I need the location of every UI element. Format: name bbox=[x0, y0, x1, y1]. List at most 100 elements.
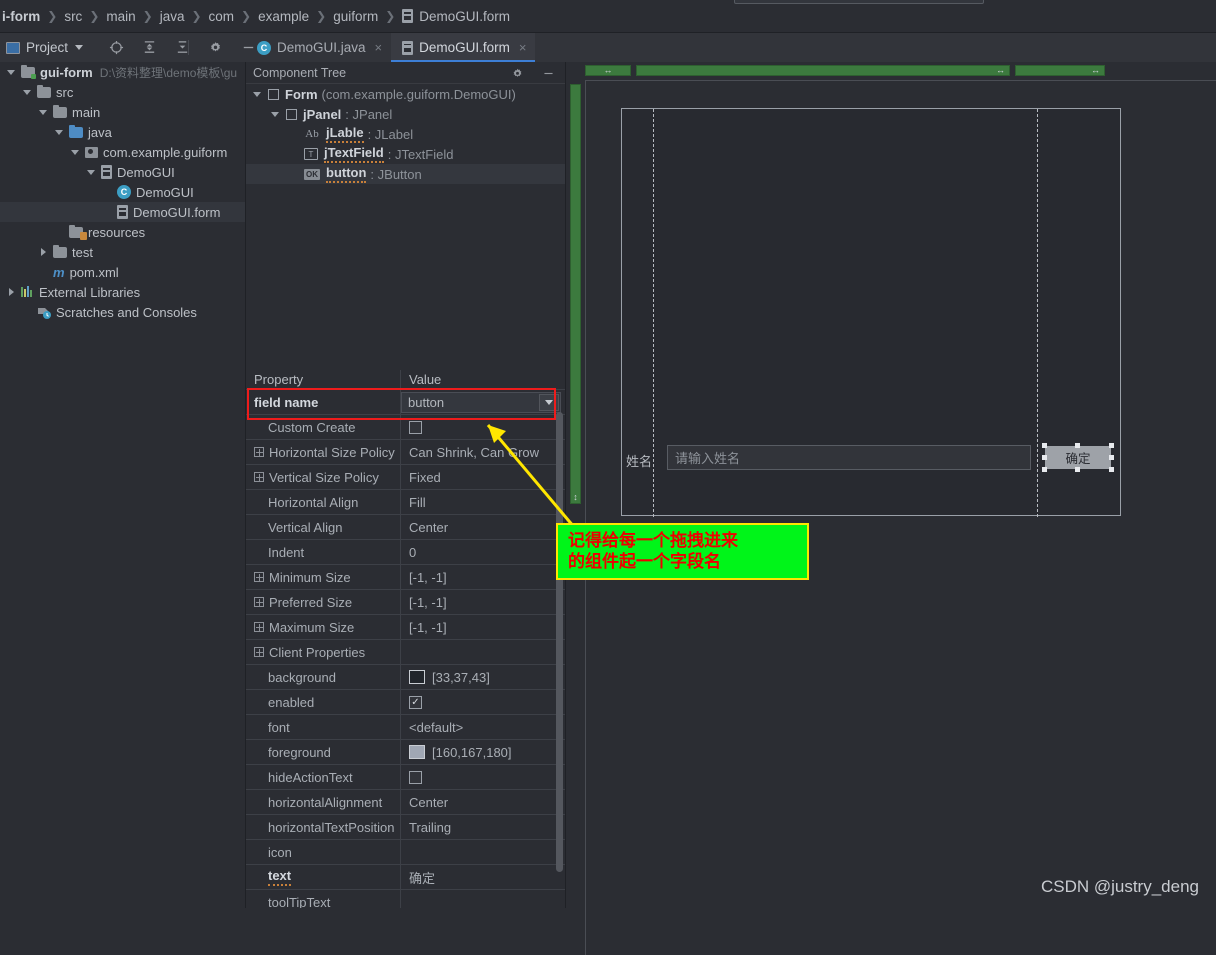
selection-handle-nw[interactable] bbox=[1042, 443, 1047, 448]
collapse-all-icon[interactable] bbox=[139, 38, 159, 58]
field-name-dropdown-button[interactable] bbox=[539, 394, 559, 411]
project-tree-item-4[interactable]: com.example.guiform bbox=[0, 142, 245, 162]
property-value[interactable]: Trailing bbox=[401, 815, 565, 839]
breadcrumb-item-7[interactable]: DemoGUI.form bbox=[402, 9, 510, 24]
property-row-text[interactable]: text 确定 bbox=[246, 865, 565, 890]
project-tree-panel[interactable]: gui-form D:\资料整理\demo模板\gu src main java com.… bbox=[0, 62, 246, 908]
chevron-down-icon[interactable] bbox=[75, 45, 84, 50]
property-row-minimum-size[interactable]: Minimum Size [-1, -1] bbox=[246, 565, 565, 590]
column-gutter-cell-2[interactable]: ↔ bbox=[1015, 65, 1105, 76]
checkbox-icon[interactable] bbox=[409, 420, 422, 434]
project-tree-item-5[interactable]: DemoGUI bbox=[0, 162, 245, 182]
expand-icon[interactable] bbox=[254, 472, 264, 482]
jbutton-component[interactable]: 确定 bbox=[1045, 446, 1111, 469]
breadcrumb-item-0[interactable]: i-form bbox=[2, 9, 40, 24]
property-value[interactable]: 确定 bbox=[401, 865, 565, 889]
checkbox-icon[interactable] bbox=[409, 770, 422, 784]
expand-icon[interactable] bbox=[254, 597, 264, 607]
property-value[interactable]: [-1, -1] bbox=[401, 590, 565, 614]
project-tree-item-3[interactable]: java bbox=[0, 122, 245, 142]
property-row-client-properties[interactable]: Client Properties bbox=[246, 640, 565, 665]
column-gutter-cell-1[interactable]: ↔ bbox=[636, 65, 1010, 76]
property-row-preferred-size[interactable]: Preferred Size [-1, -1] bbox=[246, 590, 565, 615]
breadcrumb-item-2[interactable]: main bbox=[106, 9, 135, 24]
project-tree-item-10[interactable]: m pom.xml bbox=[0, 262, 245, 282]
breadcrumb-item-5[interactable]: example bbox=[258, 9, 309, 24]
component-tree-item-form[interactable]: Form (com.example.guiform.DemoGUI) bbox=[246, 84, 565, 104]
breadcrumb-item-4[interactable]: com bbox=[209, 9, 235, 24]
property-value[interactable]: [-1, -1] bbox=[401, 565, 565, 589]
selection-handle-n[interactable] bbox=[1075, 443, 1080, 448]
property-row-hideactiontext[interactable]: hideActionText bbox=[246, 765, 565, 790]
chevron-down-icon[interactable] bbox=[38, 107, 49, 118]
property-value[interactable]: ✓ bbox=[401, 690, 565, 714]
property-row-horizontalalignment[interactable]: horizontalAlignment Center bbox=[246, 790, 565, 815]
expand-icon[interactable] bbox=[254, 447, 264, 457]
jpanel-container[interactable]: 姓名 请输入姓名 确定 bbox=[621, 108, 1121, 517]
property-row-field-name[interactable]: field name button bbox=[246, 390, 565, 415]
component-tree-item-button[interactable]: OK button : JButton bbox=[246, 164, 565, 184]
property-value[interactable] bbox=[401, 640, 565, 664]
property-row-indent[interactable]: Indent 0 bbox=[246, 540, 565, 565]
close-icon[interactable]: × bbox=[375, 40, 383, 55]
project-tree-item-2[interactable]: main bbox=[0, 102, 245, 122]
chevron-down-icon[interactable] bbox=[6, 67, 17, 78]
chevron-right-icon[interactable] bbox=[38, 247, 49, 258]
property-row-maximum-size[interactable]: Maximum Size [-1, -1] bbox=[246, 615, 565, 640]
property-row-background[interactable]: background [33,37,43] bbox=[246, 665, 565, 690]
expand-icon[interactable] bbox=[254, 622, 264, 632]
column-gutter-cell-0[interactable]: ↔ bbox=[585, 65, 631, 76]
property-row-tooltiptext[interactable]: toolTipText bbox=[246, 890, 565, 908]
selection-handle-w[interactable] bbox=[1042, 455, 1047, 460]
property-value[interactable]: [-1, -1] bbox=[401, 615, 565, 639]
expand-icon[interactable] bbox=[254, 647, 264, 657]
column-gutter[interactable]: ↔ ↔ ↔ bbox=[566, 62, 1216, 80]
color-swatch[interactable] bbox=[409, 745, 425, 759]
property-row-horizontaltextposition[interactable]: horizontalTextPosition Trailing bbox=[246, 815, 565, 840]
project-tree-item-1[interactable]: src bbox=[0, 82, 245, 102]
chevron-down-icon[interactable] bbox=[252, 89, 263, 100]
gear-icon[interactable] bbox=[205, 38, 225, 58]
selection-handle-se[interactable] bbox=[1109, 467, 1114, 472]
chevron-down-icon[interactable] bbox=[22, 87, 33, 98]
component-tree-item-jlable[interactable]: Ab jLable : JLabel bbox=[246, 124, 565, 144]
property-value[interactable] bbox=[401, 890, 565, 908]
project-tree-item-0[interactable]: gui-form D:\资料整理\demo模板\gu bbox=[0, 62, 245, 82]
chevron-down-icon[interactable] bbox=[270, 109, 281, 120]
property-row-font[interactable]: font <default> bbox=[246, 715, 565, 740]
property-value[interactable]: [33,37,43] bbox=[401, 665, 565, 689]
component-tree-item-jtextfield[interactable]: TjTextField : JTextField bbox=[246, 144, 565, 164]
breadcrumb-item-1[interactable]: src bbox=[64, 9, 82, 24]
property-row-enabled[interactable]: enabled ✓ bbox=[246, 690, 565, 715]
project-tree-item-12[interactable]: Scratches and Consoles bbox=[0, 302, 245, 322]
selection-handle-ne[interactable] bbox=[1109, 443, 1114, 448]
designer-surface[interactable]: 姓名 请输入姓名 确定 bbox=[585, 80, 1216, 955]
property-value[interactable]: Center bbox=[401, 790, 565, 814]
project-tree-item-11[interactable]: External Libraries bbox=[0, 282, 245, 302]
chevron-down-icon[interactable] bbox=[54, 127, 65, 138]
property-value[interactable]: 0 bbox=[401, 540, 565, 564]
checkbox-icon[interactable]: ✓ bbox=[409, 695, 422, 709]
component-tree-item-jpanel[interactable]: jPanel : JPanel bbox=[246, 104, 565, 124]
property-value[interactable] bbox=[401, 765, 565, 789]
chevron-down-icon[interactable] bbox=[70, 147, 81, 158]
property-row-foreground[interactable]: foreground [160,167,180] bbox=[246, 740, 565, 765]
breadcrumb-item-3[interactable]: java bbox=[160, 9, 185, 24]
project-tree-item-7[interactable]: DemoGUI.form bbox=[0, 202, 245, 222]
expand-icon[interactable] bbox=[254, 572, 264, 582]
project-tree-item-8[interactable]: resources bbox=[0, 222, 245, 242]
chevron-right-icon[interactable] bbox=[6, 287, 17, 298]
property-row-icon[interactable]: icon bbox=[246, 840, 565, 865]
selection-handle-sw[interactable] bbox=[1042, 467, 1047, 472]
selection-handle-e[interactable] bbox=[1109, 455, 1114, 460]
breadcrumb-item-6[interactable]: guiform bbox=[333, 9, 378, 24]
close-icon[interactable]: × bbox=[519, 40, 527, 55]
property-value[interactable]: <default> bbox=[401, 715, 565, 739]
form-designer-canvas[interactable]: ↔ ↔ ↔ ↕ 姓名 请输入姓名 确定 bbox=[566, 62, 1216, 955]
editor-tab-demogui-form[interactable]: DemoGUI.form × bbox=[391, 33, 536, 62]
project-tree-item-6[interactable]: C DemoGUI bbox=[0, 182, 245, 202]
hide-panel-icon[interactable] bbox=[538, 63, 558, 83]
property-value[interactable]: [160,167,180] bbox=[401, 740, 565, 764]
field-name-combobox[interactable]: button bbox=[401, 392, 561, 413]
expand-all-icon[interactable] bbox=[172, 38, 192, 58]
